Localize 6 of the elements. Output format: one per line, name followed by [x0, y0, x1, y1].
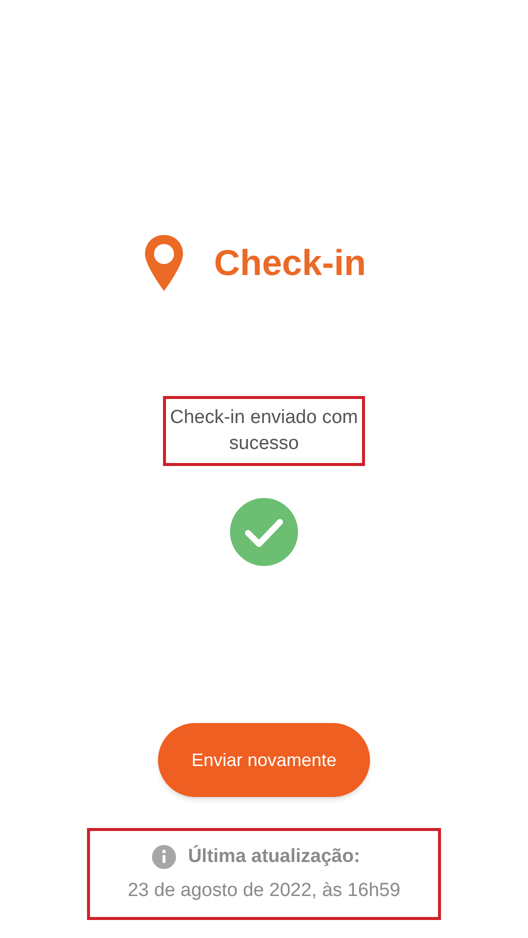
- page-title: Check-in: [214, 241, 366, 285]
- info-icon: [152, 844, 176, 869]
- status-message: Check-in enviado com sucesso: [169, 406, 359, 456]
- last-update-label: Última atualização:: [188, 844, 360, 868]
- last-update-value: 23 de agosto de 2022, às 16h59: [128, 879, 400, 903]
- resend-button[interactable]: Enviar novamente: [158, 723, 370, 797]
